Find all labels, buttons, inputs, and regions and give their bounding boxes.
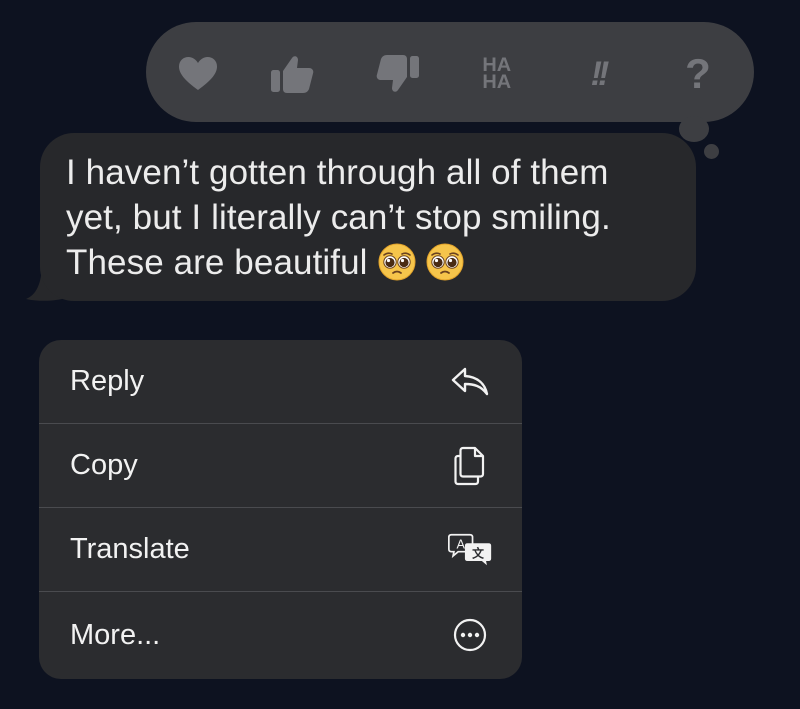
reaction-thumbs-down-button[interactable] bbox=[372, 48, 424, 100]
message-context-screen: HA HA !! ? I haven’t gotten through all … bbox=[0, 0, 800, 709]
heart-icon bbox=[179, 57, 217, 90]
menu-item-label: Reply bbox=[70, 365, 145, 397]
reply-icon bbox=[448, 360, 492, 404]
menu-item-copy[interactable]: Copy bbox=[39, 424, 522, 508]
reaction-heart-button[interactable] bbox=[172, 48, 224, 100]
tapback-bar bbox=[146, 22, 754, 122]
tapback-tail-dot-large bbox=[679, 116, 709, 142]
svg-text:A: A bbox=[456, 537, 465, 551]
menu-item-translate[interactable]: Translate A 文 bbox=[39, 508, 522, 592]
message-line-1: I haven’t gotten through all of them bbox=[66, 153, 609, 192]
reaction-emphasize-button[interactable]: !! bbox=[572, 48, 624, 100]
menu-item-label: Copy bbox=[70, 449, 138, 481]
translate-icon: A 文 bbox=[448, 528, 492, 572]
copy-icon bbox=[448, 444, 492, 488]
thumbs-down-icon bbox=[376, 55, 419, 92]
menu-item-reply[interactable]: Reply bbox=[39, 340, 522, 424]
context-menu: Reply Copy Translate A 文 More... bbox=[39, 340, 522, 679]
message-text: I haven’t gotten through all of them yet… bbox=[66, 150, 686, 285]
svg-text:文: 文 bbox=[472, 546, 484, 560]
menu-item-label: More... bbox=[70, 618, 161, 651]
menu-item-more[interactable]: More... bbox=[39, 592, 522, 678]
thumbs-up-icon bbox=[271, 56, 314, 93]
message-line-3-text: These are beautiful bbox=[66, 243, 368, 282]
question-label: ? bbox=[685, 50, 711, 97]
message-line-3: These are beautiful bbox=[66, 240, 686, 285]
haha-label: HA HA bbox=[482, 55, 512, 93]
message-line-2: yet, but I literally can’t stop smiling. bbox=[66, 198, 611, 237]
more-icon bbox=[448, 613, 492, 657]
reaction-question-button[interactable]: ? bbox=[672, 48, 724, 100]
menu-item-label: Translate bbox=[70, 533, 190, 565]
pleading-face-emoji bbox=[426, 243, 464, 281]
emphasize-label: !! bbox=[590, 54, 610, 93]
reaction-thumbs-up-button[interactable] bbox=[266, 48, 318, 100]
tapback-tail-dot-small bbox=[704, 144, 719, 159]
reaction-haha-button[interactable]: HA HA bbox=[471, 48, 523, 100]
pleading-face-emoji bbox=[378, 243, 416, 281]
